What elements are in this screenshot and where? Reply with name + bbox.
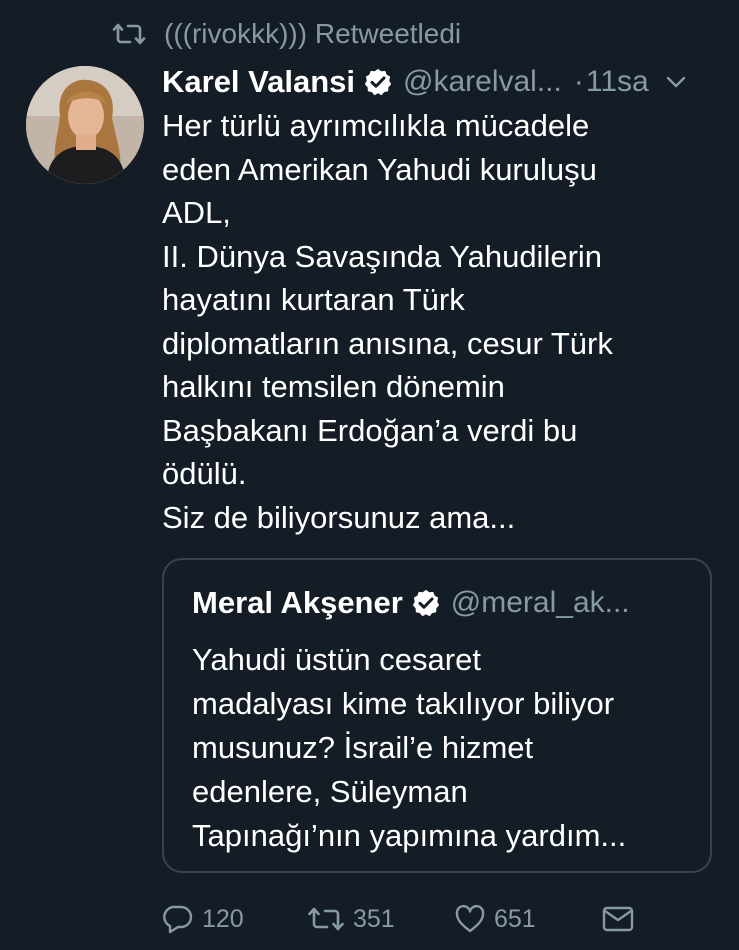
quoted-tweet-body: Yahudi üstün cesaret madalyası kime takı…: [192, 642, 627, 853]
reply-icon: [163, 905, 193, 934]
envelope-icon: [602, 906, 634, 932]
heart-icon: [455, 904, 485, 933]
chevron-down-icon[interactable]: [663, 69, 689, 95]
retweet-context[interactable]: (((rivokkk))) Retweetledi: [112, 14, 461, 54]
tweet-actions: 120 351 651: [162, 896, 642, 942]
quoted-tweet-header: Meral Akşener @meral_ak...: [192, 580, 630, 626]
avatar[interactable]: [26, 66, 144, 184]
retweet-button[interactable]: 351: [307, 896, 395, 942]
verified-badge-icon: [363, 67, 393, 97]
separator-dot: ·: [573, 65, 584, 98]
direct-message-button[interactable]: [602, 896, 642, 942]
quoted-author-handle: @meral_ak...: [450, 586, 630, 619]
tweet-timestamp[interactable]: 11sa: [586, 65, 649, 99]
verified-badge-icon: [411, 588, 441, 618]
quoted-tweet-card[interactable]: Meral Akşener @meral_ak... Yahudi üstün …: [162, 558, 712, 873]
author-name[interactable]: Karel Valansi: [162, 64, 355, 100]
reply-count: 120: [202, 904, 244, 933]
tweet-body: Her türlü ayrımcılıkla mücadele eden Ame…: [162, 108, 613, 535]
retweet-icon: [308, 907, 344, 931]
like-count: 651: [494, 904, 536, 933]
quoted-author-name: Meral Akşener: [192, 585, 403, 620]
reply-button[interactable]: 120: [162, 896, 244, 942]
retweeted-by-text[interactable]: (((rivokkk))) Retweetledi: [164, 18, 461, 50]
retweet-icon: [112, 19, 148, 49]
tweet-header: Karel Valansi @karelval... · 11sa: [162, 58, 722, 106]
author-handle[interactable]: @karelval...: [403, 65, 562, 99]
like-button[interactable]: 651: [454, 896, 536, 942]
retweet-count: 351: [353, 904, 395, 933]
